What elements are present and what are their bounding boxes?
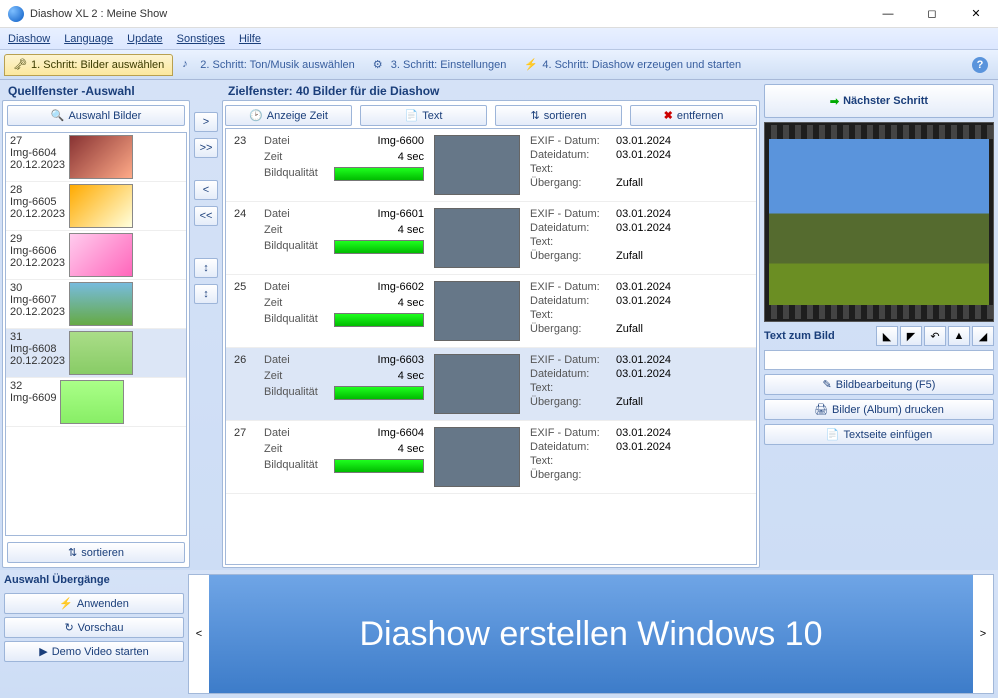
arrow-right-icon (830, 95, 839, 108)
print-album-button[interactable]: Bilder (Album) drucken (764, 399, 994, 420)
image-text-input[interactable] (764, 350, 994, 370)
text-button[interactable]: Text (360, 105, 487, 126)
select-images-button[interactable]: Auswahl Bilder (7, 105, 185, 126)
display-time-button[interactable]: Anzeige Zeit (225, 105, 352, 126)
magnifier-icon (51, 109, 65, 122)
move-left-button[interactable]: < (194, 180, 218, 200)
source-sort-button[interactable]: sortieren (7, 542, 185, 563)
source-item[interactable]: 29Img-660620.12.2023 (6, 231, 186, 280)
titlebar: Diashow XL 2 : Meine Show — ◻ ✕ (0, 0, 998, 28)
help-icon[interactable]: ? (972, 57, 988, 73)
menu-update[interactable]: Update (127, 33, 162, 45)
clock-icon (249, 109, 263, 122)
text-icon (405, 109, 419, 122)
print-icon (814, 403, 828, 416)
menu-diashow[interactable]: Diashow (8, 33, 50, 45)
target-item[interactable]: 27 DateiImg-6604 Zeit4 sec Bildqualität … (226, 421, 756, 494)
move-all-right-button[interactable]: >> (194, 138, 218, 158)
bolt-icon (524, 58, 538, 72)
demo-video-button[interactable]: Demo Video starten (4, 641, 184, 662)
refresh-icon: ↻ (64, 621, 73, 634)
move-all-left-button[interactable]: << (194, 206, 218, 226)
transition-preview-banner: < Diashow erstellen Windows 10 > (188, 574, 994, 694)
menubar: Diashow Language Update Sonstiges Hilfe (0, 28, 998, 50)
source-list[interactable]: 27Img-660420.12.202328Img-660520.12.2023… (5, 132, 187, 536)
step-tabs: 1. Schritt: Bilder auswählen 2. Schritt:… (0, 50, 998, 80)
music-icon (182, 58, 196, 72)
move-down-button[interactable]: ↕ (194, 284, 218, 304)
window-title: Diashow XL 2 : Meine Show (30, 8, 866, 20)
bolt-icon (59, 597, 73, 610)
target-item[interactable]: 26 DateiImg-6603 Zeit4 sec Bildqualität … (226, 348, 756, 421)
sort-icon (68, 546, 77, 559)
insert-text-page-button[interactable]: Textseite einfügen (764, 424, 994, 445)
move-right-button[interactable]: > (194, 112, 218, 132)
step-4-tab[interactable]: 4. Schritt: Diashow erzeugen und starten (515, 54, 750, 76)
banner-next-button[interactable]: > (973, 575, 993, 693)
minimize-button[interactable]: — (866, 0, 910, 28)
target-item[interactable]: 25 DateiImg-6602 Zeit4 sec Bildqualität … (226, 275, 756, 348)
flip-h-icon[interactable]: ◣ (876, 326, 898, 346)
page-icon (826, 428, 840, 441)
target-item[interactable]: 23 DateiImg-6600 Zeit4 sec Bildqualität … (226, 129, 756, 202)
target-item[interactable]: 24 DateiImg-6601 Zeit4 sec Bildqualität … (226, 202, 756, 275)
remove-button[interactable]: ✖entfernen (630, 105, 757, 126)
step-1-tab[interactable]: 1. Schritt: Bilder auswählen (4, 54, 173, 76)
source-item[interactable]: 30Img-660720.12.2023 (6, 280, 186, 329)
edit-icon (823, 378, 832, 391)
rotate-right-icon[interactable]: ◢ (972, 326, 994, 346)
preview-transition-button[interactable]: ↻Vorschau (4, 617, 184, 638)
banner-text: Diashow erstellen Windows 10 (209, 575, 973, 693)
menu-language[interactable]: Language (64, 33, 113, 45)
next-step-button[interactable]: Nächster Schritt (764, 84, 994, 118)
gear-icon (373, 58, 387, 72)
play-icon (39, 645, 47, 658)
preview-image (764, 122, 994, 322)
step-2-tab[interactable]: 2. Schritt: Ton/Musik auswählen (173, 54, 363, 76)
mirror-icon[interactable]: ▲ (948, 326, 970, 346)
key-icon (13, 58, 27, 72)
source-item[interactable]: 28Img-660520.12.2023 (6, 182, 186, 231)
sort-icon (530, 109, 539, 122)
move-up-button[interactable]: ↕ (194, 258, 218, 278)
menu-hilfe[interactable]: Hilfe (239, 33, 261, 45)
step-3-tab[interactable]: 3. Schritt: Einstellungen (364, 54, 516, 76)
apply-transition-button[interactable]: Anwenden (4, 593, 184, 614)
x-icon: ✖ (664, 109, 673, 122)
source-heading: Quellfenster -Auswahl (2, 82, 190, 100)
app-icon (8, 6, 24, 22)
target-sort-button[interactable]: sortieren (495, 105, 622, 126)
rotate-left-icon[interactable]: ↶ (924, 326, 946, 346)
source-item[interactable]: 32Img-6609 (6, 378, 186, 427)
transitions-heading: Auswahl Übergänge (4, 574, 184, 590)
maximize-button[interactable]: ◻ (910, 0, 954, 28)
text-to-image-label: Text zum Bild (764, 330, 835, 342)
image-edit-button[interactable]: Bildbearbeitung (F5) (764, 374, 994, 395)
close-button[interactable]: ✕ (954, 0, 998, 28)
transfer-arrows: > >> < << ↕ ↕ (192, 82, 220, 568)
banner-prev-button[interactable]: < (189, 575, 209, 693)
source-item[interactable]: 27Img-660420.12.2023 (6, 133, 186, 182)
menu-sonstiges[interactable]: Sonstiges (177, 33, 225, 45)
source-item[interactable]: 31Img-660820.12.2023 (6, 329, 186, 378)
target-list[interactable]: 23 DateiImg-6600 Zeit4 sec Bildqualität … (225, 128, 757, 565)
target-heading: Zielfenster: 40 Bilder für die Diashow (222, 82, 760, 100)
flip-v-icon[interactable]: ◤ (900, 326, 922, 346)
